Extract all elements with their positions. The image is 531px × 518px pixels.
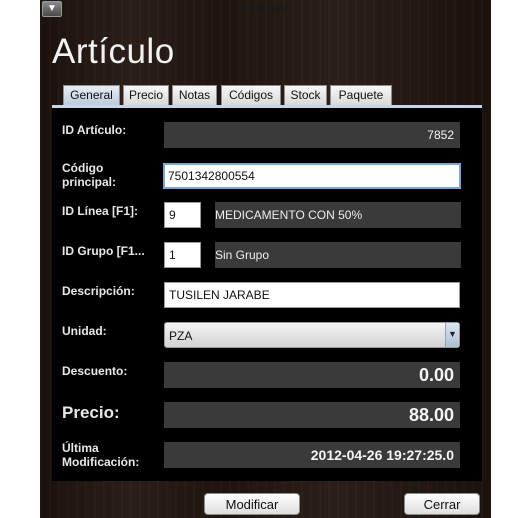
id-grupo-input[interactable]: 1 — [164, 242, 201, 268]
codigo-principal-label-line2: principal: — [62, 175, 117, 189]
descripcion-label: Descripción: — [62, 284, 135, 298]
cerrar-button[interactable]: Cerrar — [404, 493, 480, 515]
page-title: Artículo — [52, 32, 175, 71]
tab-notas[interactable]: Notas — [172, 85, 217, 106]
id-grupo-description: Sin Grupo — [215, 242, 461, 268]
codigo-principal-input[interactable]: 7501342800554 — [163, 163, 461, 189]
window-title: Producto — [239, 1, 292, 15]
precio-label: Precio: — [62, 403, 120, 422]
descuento-label: Descuento: — [62, 364, 128, 378]
unidad-label: Unidad: — [62, 324, 107, 338]
tab-stock[interactable]: Stock — [284, 85, 327, 106]
id-linea-description-text: MEDICAMENTO CON 50% — [215, 208, 363, 222]
modificar-button[interactable]: Modificar — [204, 493, 300, 515]
descripcion-input[interactable]: TUSILEN JARABE — [164, 282, 460, 308]
id-linea-label: ID Línea [F1]: — [62, 204, 139, 218]
general-panel: ID Artículo: 7852 Código principal: 7501… — [52, 108, 482, 481]
id-linea-input[interactable]: 9 — [164, 202, 201, 228]
tab-paquete[interactable]: Paquete — [330, 85, 392, 106]
chevron-down-icon[interactable]: ▼ — [445, 323, 459, 347]
id-articulo-label: ID Artículo: — [62, 123, 127, 137]
chevron-down-icon: ▼ — [47, 3, 57, 14]
unidad-select[interactable]: PZA ▼ — [164, 322, 460, 348]
ultima-modificacion-label-line1: Última — [62, 441, 99, 455]
tab-precio[interactable]: Precio — [123, 85, 169, 106]
codigo-principal-label: Código principal: — [62, 161, 116, 189]
ultima-modificacion-label: Última Modificación: — [62, 441, 139, 469]
ultima-modificacion-label-line2: Modificación: — [62, 455, 140, 469]
window-menu-button[interactable]: ▼ — [42, 1, 62, 17]
unidad-selected-value: PZA — [169, 329, 193, 343]
id-grupo-label: ID Grupo [F1... — [62, 244, 145, 258]
id-grupo-description-text: Sin Grupo — [215, 248, 270, 262]
id-linea-description: MEDICAMENTO CON 50% — [215, 202, 461, 228]
descuento-value: 0.00 — [164, 362, 460, 388]
precio-value: 88.00 — [164, 402, 460, 428]
product-window: Producto ▼ Artículo General Precio Notas… — [40, 0, 491, 518]
id-articulo-value: 7852 — [164, 122, 460, 148]
ultima-modificacion-value: 2012-04-26 19:27:25.0 — [164, 442, 460, 468]
tab-general[interactable]: General — [63, 85, 120, 106]
codigo-principal-label-line1: Código — [62, 161, 104, 175]
tab-codigos[interactable]: Códigos — [221, 85, 281, 106]
